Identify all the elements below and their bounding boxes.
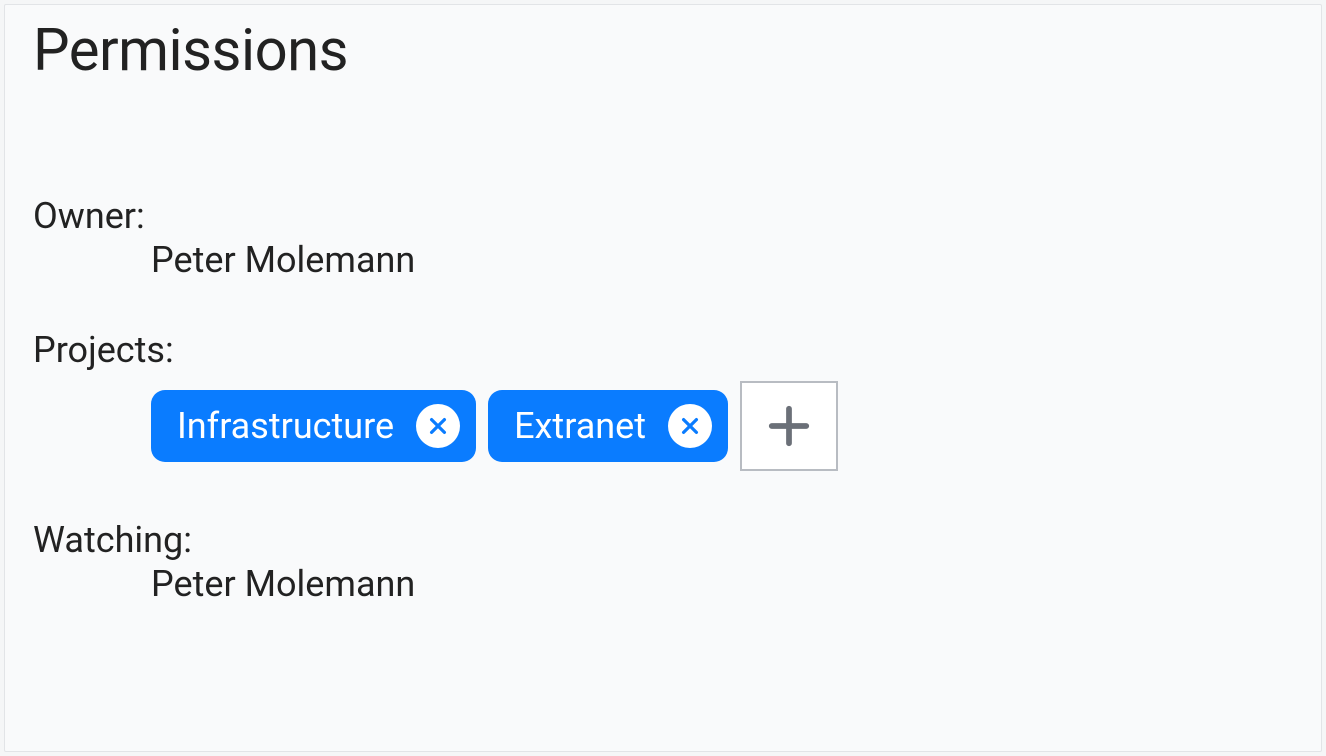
close-icon	[679, 415, 701, 437]
watching-value: Peter Molemann	[33, 563, 1293, 605]
owner-value: Peter Molemann	[33, 239, 1293, 281]
page-title: Permissions	[33, 17, 1293, 85]
remove-chip-button[interactable]	[416, 404, 460, 448]
owner-label: Owner:	[33, 195, 1293, 237]
projects-label: Projects:	[33, 329, 1293, 371]
remove-chip-button[interactable]	[668, 404, 712, 448]
project-chip-label: Extranet	[514, 408, 646, 444]
project-chip[interactable]: Extranet	[488, 390, 728, 462]
project-chip[interactable]: Infrastructure	[151, 390, 476, 462]
close-icon	[427, 415, 449, 437]
permissions-panel: Permissions Owner: Peter Molemann Projec…	[4, 4, 1322, 752]
owner-field: Owner: Peter Molemann	[33, 195, 1293, 281]
plus-icon	[766, 403, 812, 449]
project-chip-label: Infrastructure	[177, 408, 394, 444]
add-project-button[interactable]	[740, 381, 838, 471]
watching-field: Watching: Peter Molemann	[33, 519, 1293, 605]
projects-field: Projects: Infrastructure Extranet	[33, 329, 1293, 471]
projects-chips-row: Infrastructure Extranet	[33, 381, 1293, 471]
watching-label: Watching:	[33, 519, 1293, 561]
